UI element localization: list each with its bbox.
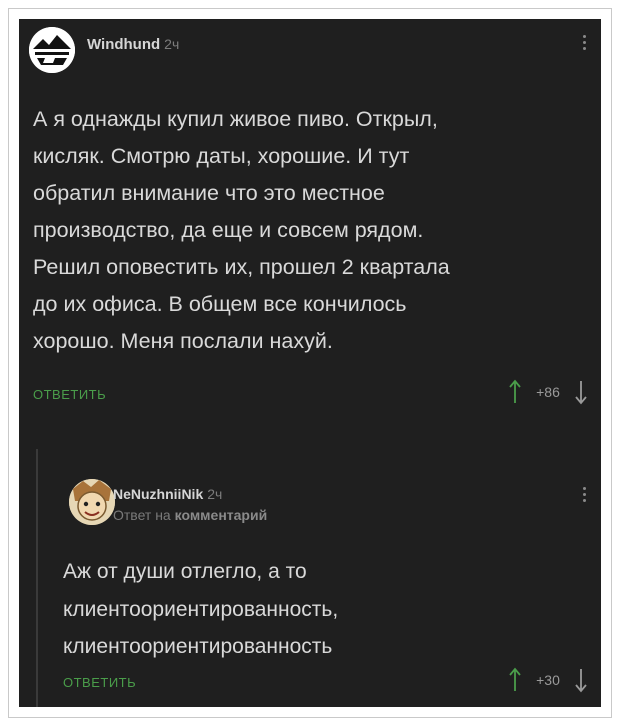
comment-text: А я однажды купил живое пиво. Открыл, ки… xyxy=(33,107,450,353)
timestamp: 2ч xyxy=(164,36,180,52)
upvote-arrow-icon[interactable] xyxy=(509,379,521,405)
more-options-icon[interactable] xyxy=(581,487,587,502)
reply-to-label: Ответ на комментарий xyxy=(113,507,267,523)
reply-to-prefix: Ответ на xyxy=(113,507,171,523)
more-options-icon[interactable] xyxy=(581,35,587,50)
reply-comment: NeNuzhniiNik 2ч Ответ на комментарий Аж о… xyxy=(19,449,601,707)
downvote-arrow-icon[interactable] xyxy=(575,379,587,405)
score: +86 xyxy=(536,384,560,400)
cartoon-face-icon xyxy=(69,479,115,525)
vote-controls: +86 xyxy=(509,379,587,405)
comment-text: Аж от души отлегло, а то клиентоориентир… xyxy=(63,560,339,658)
username-text[interactable]: Windhund xyxy=(87,36,160,53)
comments-panel: Windhund 2ч А я однажды купил живое пиво.… xyxy=(19,19,601,707)
timestamp: 2ч xyxy=(207,486,223,502)
reply-button[interactable]: ОТВЕТИТЬ xyxy=(33,387,106,402)
vote-controls: +30 xyxy=(509,667,587,693)
comment: Windhund 2ч А я однажды купил живое пиво.… xyxy=(19,19,601,439)
reply-to-link[interactable]: комментарий xyxy=(175,507,268,523)
upvote-arrow-icon[interactable] xyxy=(509,667,521,693)
score: +30 xyxy=(536,672,560,688)
downvote-arrow-icon[interactable] xyxy=(575,667,587,693)
username-text[interactable]: NeNuzhniiNik xyxy=(113,486,203,502)
reply-button[interactable]: ОТВЕТИТЬ xyxy=(63,675,136,690)
avatar[interactable] xyxy=(29,27,75,73)
username[interactable]: Windhund 2ч xyxy=(87,36,179,53)
mountain-logo-icon xyxy=(29,27,75,73)
username[interactable]: NeNuzhniiNik 2ч xyxy=(113,486,222,502)
avatar[interactable] xyxy=(69,479,115,525)
